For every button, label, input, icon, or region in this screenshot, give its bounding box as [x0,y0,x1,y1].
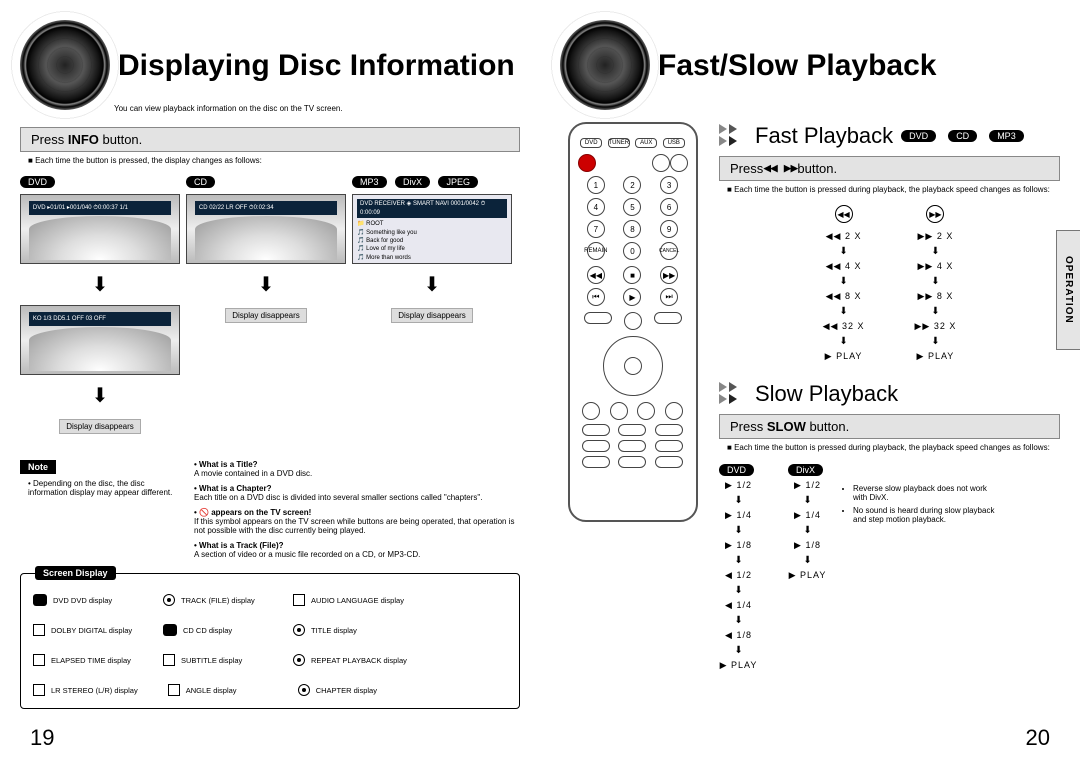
legend-icon [33,654,45,666]
section-fast-playback: Fast Playback DVD CD MP3 [719,122,1060,150]
legend-icon [163,594,175,606]
osd-img-dvd-2: KO 1/3 DD5.1 OFF 03 OFF [20,305,180,375]
slow-dvd-ladder: DVD ▶ 1/2⬇ ▶ 1/4⬇ ▶ 1/8⬇ ◀ 1/2⬇ ◀ 1/4⬇ ◀… [719,464,758,671]
legend-title: Screen Display [35,566,116,580]
pill-cd: CD [186,176,215,188]
display-disappears-cd: Display disappears [225,308,307,323]
section-arrows-icon [719,122,747,150]
legend-icon [293,624,305,636]
q-chapter: • What is a Chapter? [194,484,520,493]
caveat-1: Reverse slow playback does not work with… [853,484,1001,502]
legend-icon [33,684,45,696]
osd-dvd: DVD DVD ▸01/01 ▸001/040 ⏱0:00:37 1/1 ⬇ K… [20,172,180,434]
pill-jpeg: JPEG [438,176,478,188]
section-slow-playback: Slow Playback [719,380,1060,408]
slow-divx-ladder: DivX ▶ 1/2⬇ ▶ 1/4⬇ ▶ 1/8⬇ ▶ PLAY [788,464,827,671]
slow-note: ■ Each time the button is pressed during… [719,443,1060,453]
pill-dvd: DVD [719,464,754,476]
osd-img-dvd: DVD ▸01/01 ▸001/040 ⏱0:00:37 1/1 [20,194,180,264]
instruction-press-info: Press INFO button. [20,127,520,152]
down-arrow-icon: ⬇ [352,272,512,297]
a-track: A section of video or a music file recor… [194,550,520,559]
legend-icon [293,594,305,606]
caveat-2: No sound is heard during slow playback a… [853,506,1001,524]
slow-playback-title: Slow Playback [755,381,898,407]
note-text: • Depending on the disc, the disc inform… [20,479,180,497]
rewind-forward-icon: ◀◀ ▶▶ [763,161,797,176]
down-arrow-icon: ⬇ [20,383,180,408]
page-20: Fast/Slow Playback DVDTUNERAUXUSB 123 45… [540,0,1080,763]
osd-cd: CD CD 02/22 LR OFF ⏱0:02:34 ⬇ Display di… [186,172,346,434]
q-title: • What is a Title? [194,460,520,469]
forward-button-icon: ▶▶ [926,205,944,223]
info-press-note: ■ Each time the button is pressed, the d… [20,156,520,166]
legend-icon [298,684,310,696]
screen-display-legend: Screen Display DVD DVD display TRACK (FI… [20,573,520,709]
instruction-press-slow: Press SLOW button. [719,414,1060,439]
page-number-19: 19 [30,725,54,751]
pill-divx: DivX [788,464,823,476]
legend-icon [163,624,177,636]
rewind-button-icon: ◀◀ [835,205,853,223]
pill-mp3: MP3 [989,130,1024,142]
fast-playback-title: Fast Playback [755,123,893,149]
page-header-left: Displaying Disc Information [20,20,520,110]
a-tv: If this symbol appears on the TV screen … [194,517,520,535]
pill-dvd: DVD [901,130,936,142]
page-title-right: Fast/Slow Playback [658,49,936,82]
instruction-press-ffrw: Press ◀◀ ▶▶ button. [719,156,1060,181]
subtitle-left: You can view playback information on the… [114,104,494,113]
osd-row: DVD DVD ▸01/01 ▸001/040 ⏱0:00:37 1/1 ⬇ K… [20,172,520,434]
down-arrow-icon: ⬇ [20,272,180,297]
section-arrows-icon [719,380,747,408]
button-word: button. [99,132,142,147]
a-title: A movie contained in a DVD disc. [194,469,520,478]
osd-mp3: MP3 DivX JPEG DVD RECEIVER ◈ SMART NAVI … [352,172,512,434]
side-tab-operation: OPERATION [1056,230,1080,350]
page-title-left: Displaying Disc Information [118,49,515,82]
page-header-right: Fast/Slow Playback [560,20,1060,110]
note-badge: Note [20,460,56,474]
osd-img-cd: CD 02/22 LR OFF ⏱0:02:34 [186,194,346,264]
rewind-ladder: ◀◀ ◀◀ 2 X⬇ ◀◀ 4 X⬇ ◀◀ 8 X⬇ ◀◀ 32 X⬇ ▶ PL… [823,205,865,362]
display-disappears-dvd: Display disappears [59,419,141,434]
forward-ladder: ▶▶ ▶▶ 2 X⬇ ▶▶ 4 X⬇ ▶▶ 8 X⬇ ▶▶ 32 X⬇ ▶ PL… [915,205,957,362]
pill-mp3: MP3 [352,176,387,188]
display-disappears-mp3: Display disappears [391,308,473,323]
slow-caveats: Reverse slow playback does not work with… [841,484,1001,671]
remote-control-illustration: DVDTUNERAUXUSB 123 456 789 REMAIN0CANCEL… [568,122,698,522]
a-chapter: Each title on a DVD disc is divided into… [194,493,520,502]
legend-icon [33,624,45,636]
pill-dvd: DVD [20,176,55,188]
q-track: • What is a Track (File)? [194,541,520,550]
legend-icon [168,684,180,696]
osd-list: DVD RECEIVER ◈ SMART NAVI 0001/0042 ⏱0:0… [352,194,512,264]
info-word: INFO [68,132,99,147]
speaker-ornament-icon [560,20,650,110]
definitions: • What is a Title? A movie contained in … [194,454,520,559]
pill-cd: CD [948,130,977,142]
legend-icon [33,594,47,606]
q-tv: • 🚫 appears on the TV screen! [194,508,520,517]
slow-speed-ladders: DVD ▶ 1/2⬇ ▶ 1/4⬇ ▶ 1/8⬇ ◀ 1/2⬇ ◀ 1/4⬇ ◀… [719,464,827,671]
page-19: Displaying Disc Information You can view… [0,0,540,763]
legend-icon [163,654,175,666]
page-number-20: 20 [1026,725,1050,751]
down-arrow-icon: ⬇ [186,272,346,297]
fast-speed-ladders: ◀◀ ◀◀ 2 X⬇ ◀◀ 4 X⬇ ◀◀ 8 X⬇ ◀◀ 32 X⬇ ▶ PL… [719,205,1060,362]
speaker-ornament-icon [20,20,110,110]
legend-icon [293,654,305,666]
fast-note: ■ Each time the button is pressed during… [719,185,1060,195]
press-text: Press [31,132,68,147]
pill-divx: DivX [395,176,430,188]
